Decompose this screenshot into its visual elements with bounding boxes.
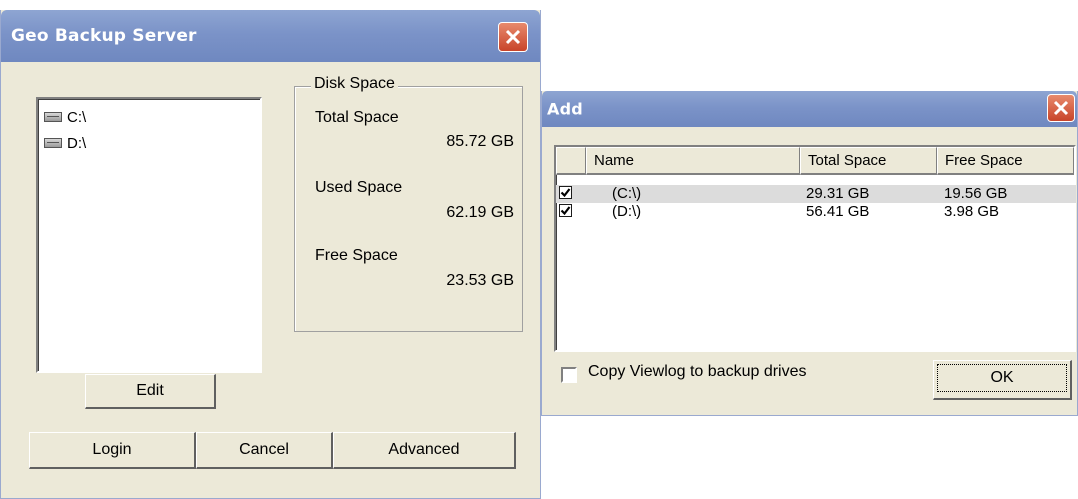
cell-name: (D:\) [612,203,642,220]
column-header-check[interactable] [556,147,586,175]
title-bar[interactable]: Add [542,91,1077,127]
column-header-free-space[interactable]: Free Space [937,147,1074,175]
disk-space-legend: Disk Space [311,75,398,93]
ok-button-label: OK [937,364,1067,392]
window-title: Geo Backup Server [11,26,197,46]
row-checkbox[interactable] [559,204,572,217]
close-icon [1053,100,1069,116]
window-title: Add [547,99,583,119]
row-checkbox[interactable] [559,186,572,199]
list-item[interactable]: D:\ [44,133,86,153]
cell-free-space: 3.98 GB [944,203,1000,220]
total-space-value: 85.72 GB [446,133,514,150]
drive-label: D:\ [67,134,87,152]
edit-button[interactable]: Edit [85,374,216,409]
cell-total-space: 29.31 GB [806,185,870,202]
add-window: Add Name Total Space Free Space (C:\) 29… [541,91,1078,416]
total-space-label: Total Space [315,109,399,126]
used-space-value: 62.19 GB [446,204,514,221]
disk-space-group: Disk Space Total Space 85.72 GB Used Spa… [294,75,523,332]
checkmark-icon [560,206,571,216]
drive-list[interactable]: C:\ D:\ [36,97,262,373]
hard-drive-icon [44,138,62,148]
advanced-button[interactable]: Advanced [333,432,516,469]
column-header-total-space[interactable]: Total Space [800,147,937,175]
cancel-button[interactable]: Cancel [196,432,333,469]
copy-viewlog-label[interactable]: Copy Viewlog to backup drives [588,363,807,381]
cell-name: (C:\) [612,185,642,202]
copy-viewlog-checkbox[interactable] [561,367,577,383]
used-space-label: Used Space [315,179,403,196]
free-space-value: 23.53 GB [446,272,514,289]
close-button[interactable] [498,22,528,52]
close-button[interactable] [1047,94,1075,122]
login-button[interactable]: Login [29,432,196,469]
drive-table[interactable]: Name Total Space Free Space (C:\) 29.31 … [554,145,1076,352]
ok-button[interactable]: OK [933,360,1072,400]
table-row[interactable]: (D:\) 56.41 GB 3.98 GB [556,203,1076,221]
geo-backup-server-window: Geo Backup Server C:\ D:\ Disk Space Tot… [0,10,541,499]
close-icon [505,29,521,45]
hard-drive-icon [44,112,62,122]
checkmark-icon [560,188,571,198]
free-space-label: Free Space [315,247,398,264]
list-item[interactable]: C:\ [44,107,86,127]
cell-free-space: 19.56 GB [944,185,1008,202]
cell-total-space: 56.41 GB [806,203,870,220]
column-header-name[interactable]: Name [586,147,800,175]
title-bar[interactable]: Geo Backup Server [1,10,540,62]
drive-label: C:\ [67,108,87,126]
table-row[interactable]: (C:\) 29.31 GB 19.56 GB [556,185,1076,203]
